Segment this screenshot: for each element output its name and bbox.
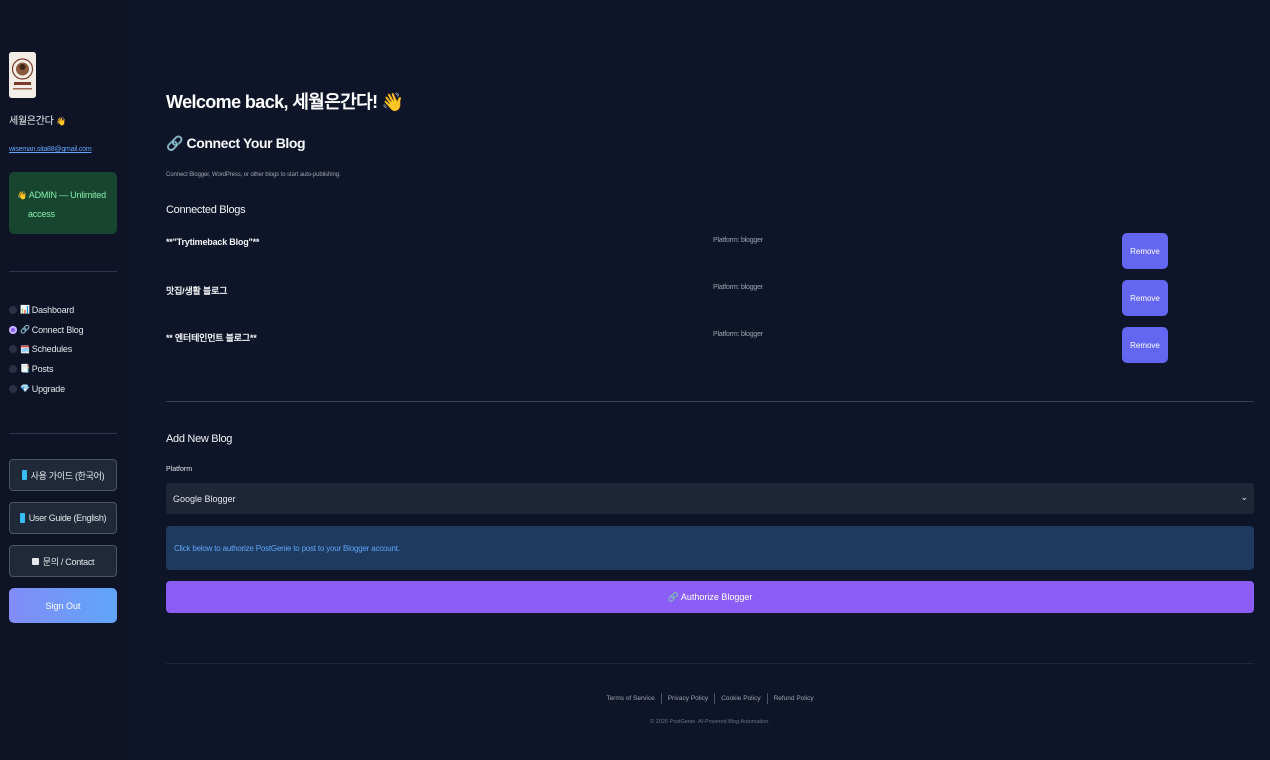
mail-icon [31,557,39,565]
connect-blog-title: 🔗 Connect Your Blog [166,135,306,151]
radio-selected-icon [9,325,17,334]
authorize-info-text: Click below to authorize PostGenie to po… [174,543,400,553]
blog-row: ** 엔터테인먼트 블로그** Platform: blogger Remove [166,327,1168,363]
footer-divider [166,663,1254,664]
blog-name: 맛집/생활 블로그 [166,286,228,296]
sidebar-email[interactable]: wiseman.sita88@gmail.com [9,146,92,153]
nav-item-dashboard[interactable]: 📊 Dashboard [9,300,83,320]
admin-badge-line1: ADMIN — Unlimited [28,190,106,200]
authorize-blogger-button[interactable]: 🔗 Authorize Blogger [166,581,1254,613]
admin-badge-line2: access [28,209,55,219]
hand-icon: 👋 [17,191,27,200]
add-new-blog-title: Add New Blog [166,433,233,445]
radio-icon [9,345,17,354]
nav-item-upgrade[interactable]: 💎 Upgrade [9,379,83,399]
section-divider [166,401,1254,402]
document-icon: 📑 [20,364,30,374]
blog-row: 맛집/생활 블로그 Platform: blogger Remove [166,280,1168,316]
sidebar: 세월은간다 👋 wiseman.sita88@gmail.com 👋 ADMIN … [0,0,130,760]
remove-button[interactable]: Remove [1122,280,1168,316]
sidebar-divider [9,433,117,434]
calendar-icon: 🗓️ [20,344,30,354]
nav-item-label: Schedules [31,344,72,355]
remove-button[interactable]: Remove [1122,327,1168,363]
contact-button[interactable]: 문의 / Contact [9,545,117,577]
blog-platform: Platform: blogger [713,331,763,338]
nav-item-schedules[interactable]: 🗓️ Schedules [9,339,83,359]
page-title: Welcome back, 세월은간다! 👋 [166,92,404,112]
nav-item-label: Posts [31,363,54,374]
nav-item-posts[interactable]: 📑 Posts [9,359,83,379]
chevron-down-icon: ⌄ [1240,492,1248,502]
platform-select[interactable]: Google Blogger ⌄ [166,483,1254,514]
refund-link[interactable]: Refund Policy [768,693,820,704]
connected-blogs-title: Connected Blogs [166,204,246,216]
guide-english-label: User Guide (English) [28,513,107,523]
authorize-info: Click below to authorize PostGenie to po… [166,526,1254,570]
contact-label: 문의 / Contact [42,556,95,567]
blog-name: **"Trytimeback Blog"** [166,237,260,247]
nav-item-connect-blog[interactable]: 🔗 Connect Blog [9,320,84,340]
wave-icon: 👋 [56,117,66,126]
sidebar-username: 세월은간다 👋 [9,112,66,127]
platform-select-value: Google Blogger [173,493,236,504]
sidebar-username-text: 세월은간다 [9,116,54,127]
radio-icon [9,305,17,314]
book-icon [19,513,25,523]
radio-icon [9,384,17,393]
profile-logo-image [9,52,36,98]
profile-logo [9,52,36,98]
footer-links: Terms of Service Privacy Policy Cookie P… [166,693,1254,704]
nav-item-label: Connect Blog [31,324,84,335]
platform-label: Platform [166,466,193,473]
link-icon: 🔗 [20,325,30,335]
sign-out-button[interactable]: Sign Out [9,588,117,623]
privacy-link[interactable]: Privacy Policy [662,693,716,704]
guide-korean-button[interactable]: 사용 가이드 (한국어) [9,459,117,491]
chart-icon: 📊 [20,305,30,315]
blog-platform: Platform: blogger [713,237,763,244]
nav-item-label: Upgrade [31,383,65,394]
radio-icon [9,364,17,373]
blog-row: **"Trytimeback Blog"** Platform: blogger… [166,233,1168,269]
remove-button[interactable]: Remove [1122,233,1168,269]
connect-blog-subtitle: Connect Blogger, WordPress, or other blo… [166,172,341,178]
blog-name: ** 엔터테인먼트 블로그** [166,333,257,343]
copyright: © 2026 PostGenie. AI-Powered Blog Automa… [650,719,770,725]
sidebar-nav: 📊 Dashboard 🔗 Connect Blog 🗓️ Schedules … [9,300,84,399]
blog-platform: Platform: blogger [713,284,763,291]
sidebar-divider [9,271,117,272]
admin-badge: 👋 ADMIN — Unlimited access [9,172,117,234]
guide-english-button[interactable]: User Guide (English) [9,502,117,534]
gem-icon: 💎 [20,384,30,394]
guide-korean-label: 사용 가이드 (한국어) [30,470,105,481]
book-icon [21,470,27,480]
cookie-link[interactable]: Cookie Policy [715,693,768,704]
terms-link[interactable]: Terms of Service [600,693,662,704]
nav-item-label: Dashboard [31,304,74,315]
